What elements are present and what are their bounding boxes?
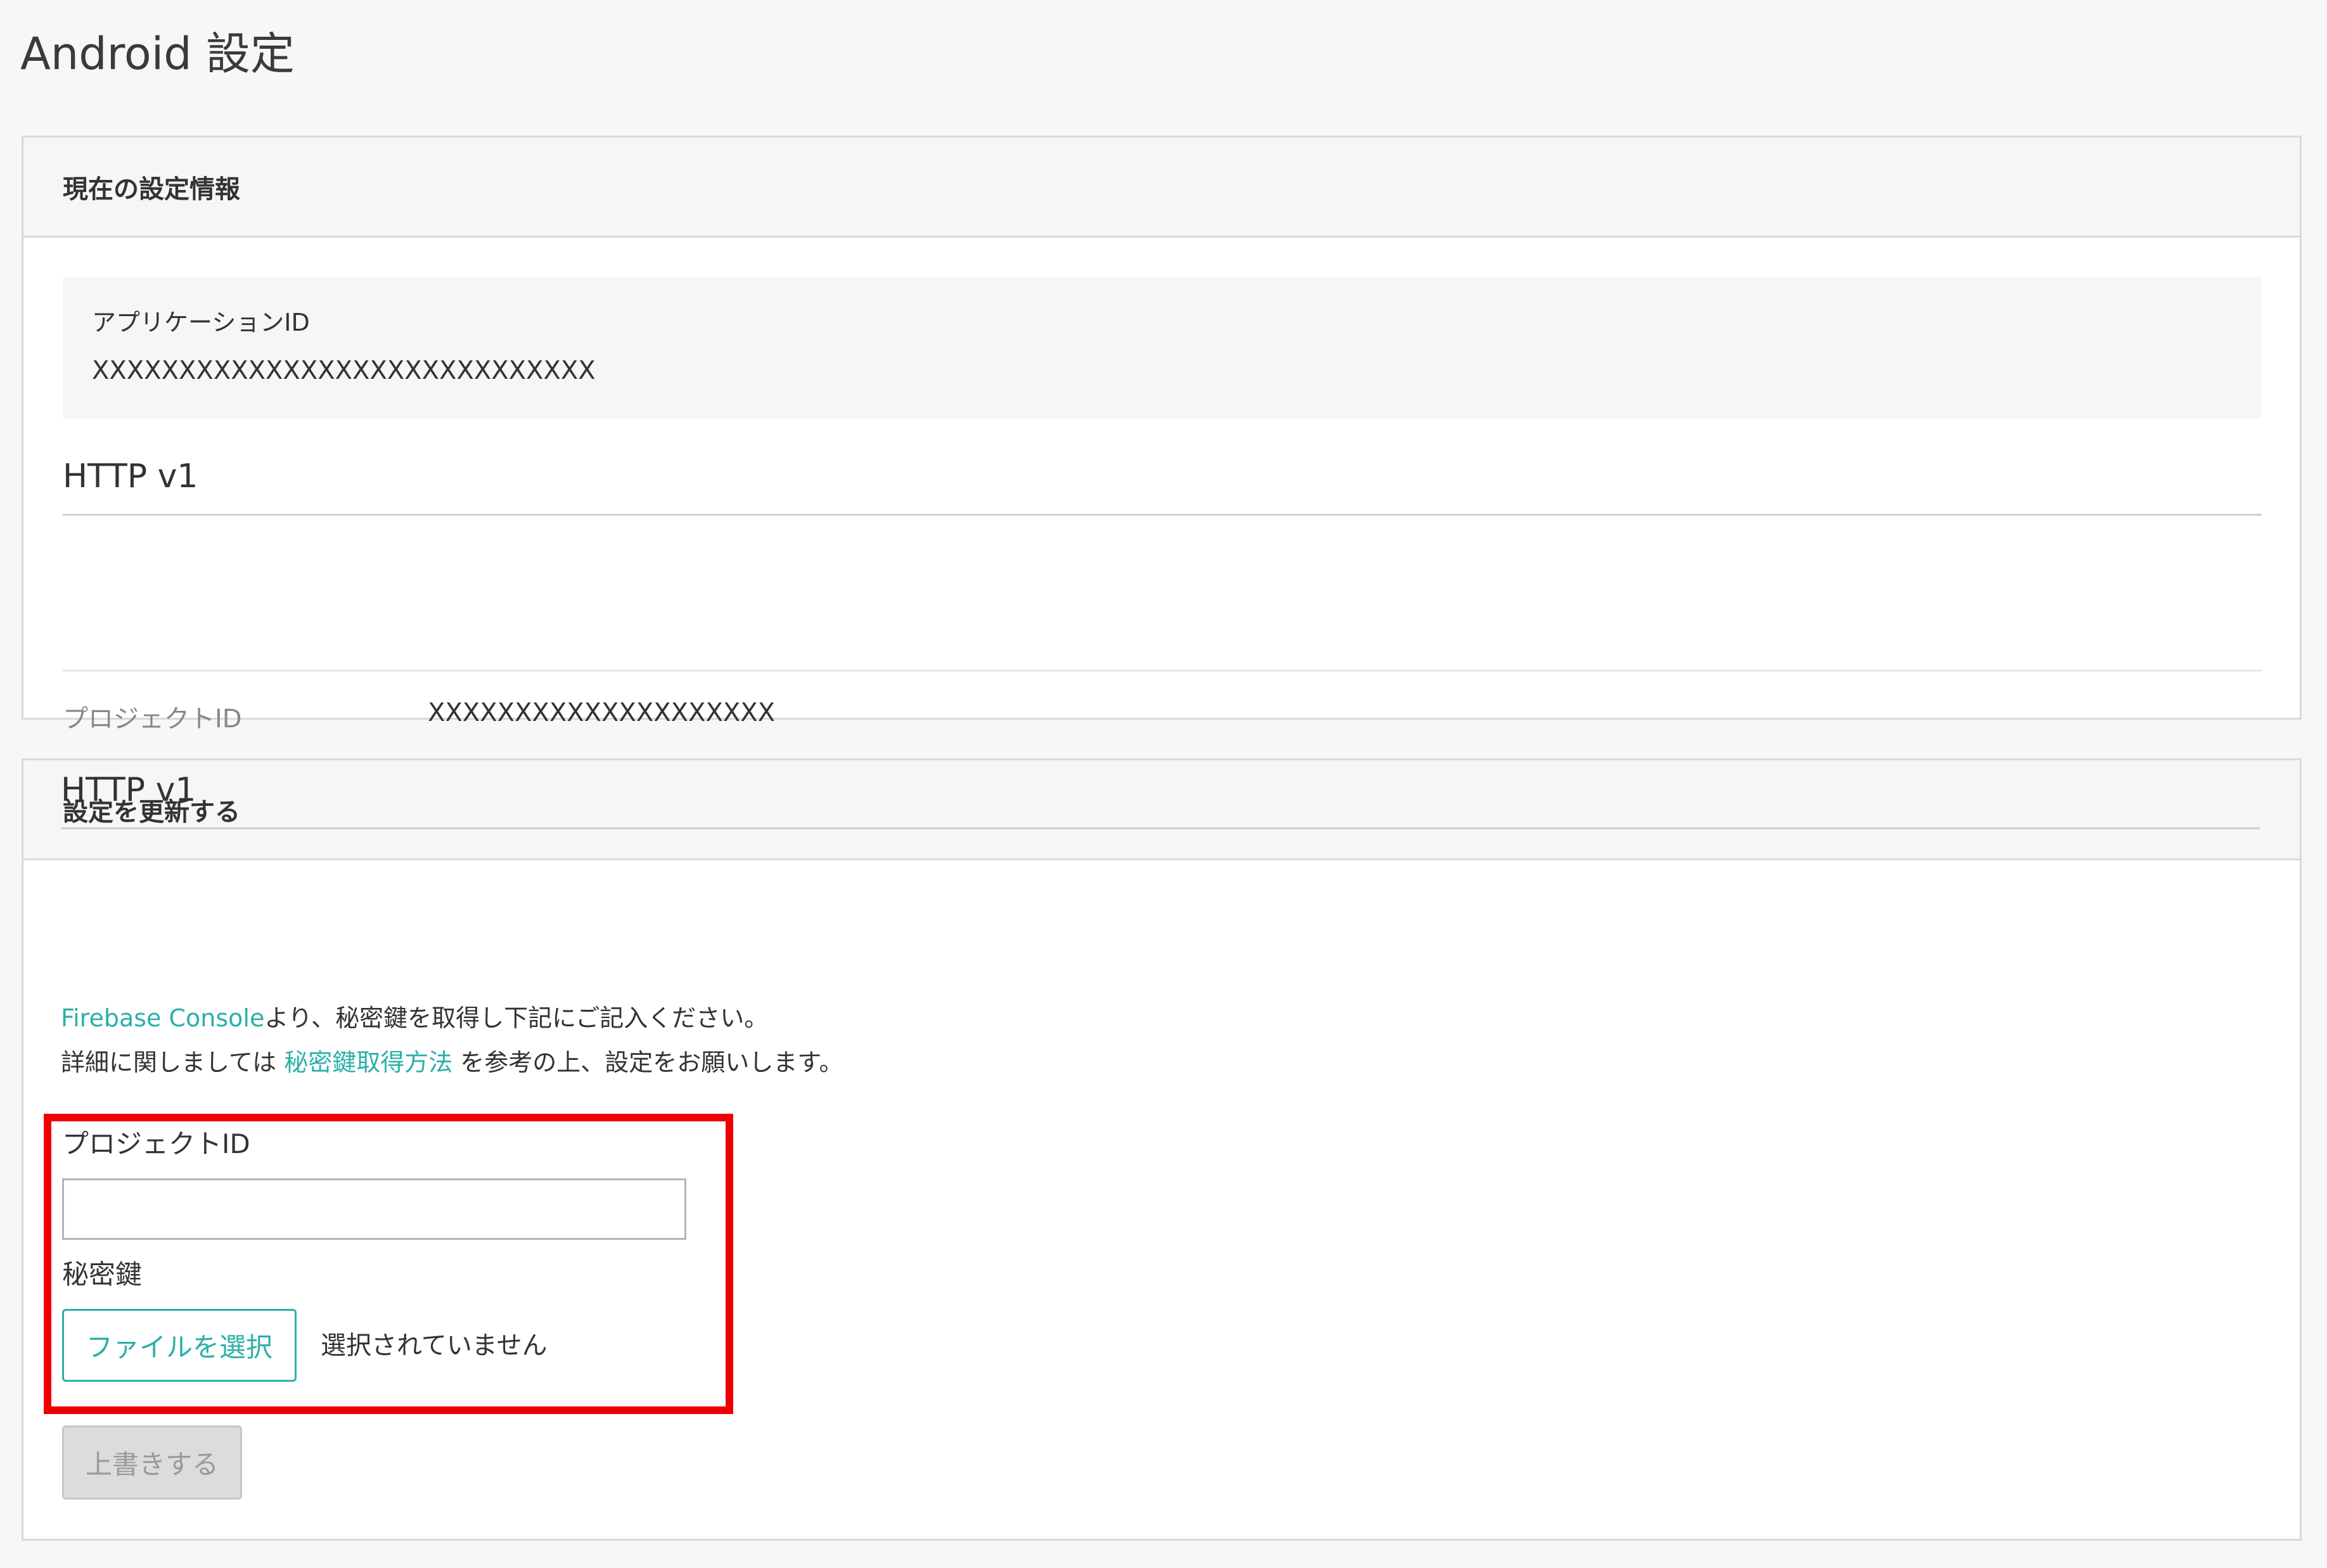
description-line-1: Firebase Consoleより、秘密鍵を取得し下記にご記入ください。 bbox=[61, 1001, 768, 1035]
overwrite-button[interactable]: 上書きする bbox=[62, 1425, 242, 1500]
app-id-box: アプリケーションID XXXXXXXXXXXXXXXXXXXXXXXXXXXXX bbox=[63, 277, 2262, 419]
file-status-text: 選択されていません bbox=[321, 1331, 548, 1360]
description-line-1-text: より、秘密鍵を取得し下記にご記入ください。 bbox=[264, 1004, 769, 1032]
firebase-console-link[interactable]: Firebase Console bbox=[61, 1004, 264, 1032]
page-title: Android 設定 bbox=[20, 28, 295, 80]
current-settings-heading: 現在の設定情報 bbox=[63, 174, 240, 204]
update-http-v1-title: HTTP v1 bbox=[61, 768, 2260, 829]
project-id-value: XXXXXXXXXXXXXXXXXXXX bbox=[428, 698, 776, 727]
app-id-value: XXXXXXXXXXXXXXXXXXXXXXXXXXXXX bbox=[92, 356, 596, 385]
project-id-field-label: プロジェクトID bbox=[62, 1128, 250, 1159]
project-id-input[interactable] bbox=[62, 1178, 686, 1240]
private-key-guide-link[interactable]: 秘密鍵取得方法 bbox=[284, 1049, 452, 1076]
current-settings-panel: 現在の設定情報 アプリケーションID XXXXXXXXXXXXXXXXXXXXX… bbox=[22, 136, 2302, 777]
description-line-2-prefix: 詳細に関しましては bbox=[61, 1049, 285, 1076]
current-settings-header: 現在の設定情報 bbox=[23, 137, 2300, 238]
project-id-label: プロジェクトID bbox=[63, 704, 242, 734]
app-id-label: アプリケーションID bbox=[92, 309, 310, 336]
description-line-2-suffix: を参考の上、設定をお願いします。 bbox=[452, 1049, 843, 1076]
current-http-v1-title: HTTP v1 bbox=[63, 454, 2262, 516]
choose-file-button[interactable]: ファイルを選択 bbox=[62, 1309, 297, 1382]
private-key-label: 秘密鍵 bbox=[62, 1259, 143, 1290]
description-line-2: 詳細に関しましては 秘密鍵取得方法 を参考の上、設定をお願いします。 bbox=[61, 1045, 843, 1080]
